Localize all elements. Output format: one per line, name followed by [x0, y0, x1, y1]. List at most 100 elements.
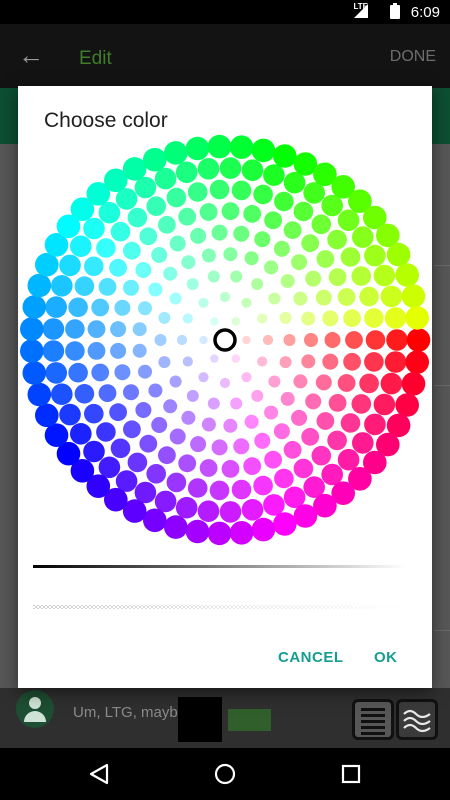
color-dot[interactable]	[198, 372, 209, 383]
color-dot[interactable]	[230, 397, 243, 410]
color-dot[interactable]	[35, 403, 59, 428]
color-dot[interactable]	[395, 263, 420, 287]
color-dot[interactable]	[182, 356, 193, 367]
color-dot[interactable]	[327, 229, 347, 250]
color-dot[interactable]	[293, 374, 308, 389]
color-dot[interactable]	[311, 445, 332, 466]
color-dot[interactable]	[316, 412, 335, 430]
color-dot[interactable]	[263, 164, 285, 186]
color-wheel[interactable]	[18, 86, 432, 546]
color-dot[interactable]	[219, 157, 242, 179]
color-dot[interactable]	[257, 313, 268, 324]
color-dot[interactable]	[207, 521, 232, 546]
color-dot[interactable]	[68, 362, 88, 383]
color-dot[interactable]	[254, 432, 271, 449]
color-dot[interactable]	[114, 364, 131, 381]
color-dot[interactable]	[197, 500, 220, 522]
color-dot[interactable]	[322, 310, 339, 327]
color-dot[interactable]	[352, 432, 374, 454]
color-dot[interactable]	[231, 180, 252, 201]
color-dot[interactable]	[229, 135, 254, 159]
color-dot[interactable]	[70, 235, 92, 257]
color-dot[interactable]	[158, 215, 176, 234]
color-dot[interactable]	[138, 364, 152, 379]
color-dot[interactable]	[322, 353, 339, 370]
color-dot[interactable]	[84, 256, 104, 277]
color-dot[interactable]	[293, 458, 314, 479]
color-dot[interactable]	[163, 399, 178, 414]
color-dot[interactable]	[373, 393, 396, 416]
color-dot[interactable]	[110, 321, 127, 338]
color-dot[interactable]	[251, 278, 264, 291]
color-dot[interactable]	[65, 341, 85, 361]
avatar-icon[interactable]	[16, 690, 54, 728]
color-dot[interactable]	[166, 472, 187, 493]
color-dot[interactable]	[138, 301, 152, 316]
color-dot[interactable]	[51, 383, 73, 406]
color-dot[interactable]	[343, 352, 361, 371]
color-dot[interactable]	[280, 391, 295, 406]
color-dot[interactable]	[305, 393, 322, 410]
color-dot[interactable]	[380, 285, 403, 308]
color-dot[interactable]	[45, 296, 67, 318]
color-dot[interactable]	[27, 382, 52, 407]
nav-home-icon[interactable]	[212, 762, 238, 786]
color-dot[interactable]	[273, 240, 290, 257]
color-swatch-green[interactable]	[228, 709, 271, 731]
color-dot[interactable]	[304, 333, 318, 347]
color-dot[interactable]	[65, 319, 85, 339]
color-dot[interactable]	[163, 266, 178, 281]
color-dot[interactable]	[96, 422, 116, 442]
color-dot[interactable]	[231, 354, 240, 363]
color-dot[interactable]	[328, 268, 347, 286]
color-dot[interactable]	[283, 334, 296, 346]
color-dot[interactable]	[327, 430, 347, 451]
color-dot[interactable]	[351, 394, 372, 414]
color-dot[interactable]	[244, 251, 259, 266]
color-dot[interactable]	[175, 496, 198, 519]
color-dot[interactable]	[359, 286, 379, 307]
color-dot[interactable]	[233, 438, 250, 455]
color-dot[interactable]	[87, 342, 106, 360]
color-dot[interactable]	[264, 405, 279, 420]
nav-back-icon[interactable]	[86, 762, 112, 786]
color-dot[interactable]	[187, 182, 208, 202]
color-dot[interactable]	[83, 217, 105, 240]
color-dot[interactable]	[223, 247, 238, 262]
color-dot[interactable]	[186, 278, 199, 291]
selected-color-marker[interactable]	[213, 328, 237, 352]
color-dot[interactable]	[207, 134, 232, 159]
color-dot[interactable]	[241, 372, 252, 383]
color-dot[interactable]	[166, 187, 187, 208]
color-dot[interactable]	[364, 244, 386, 267]
keyboard-icon[interactable]	[352, 699, 394, 740]
color-dot[interactable]	[268, 375, 281, 388]
color-dot[interactable]	[241, 159, 264, 181]
color-dot[interactable]	[401, 372, 426, 396]
cancel-button[interactable]: CANCEL	[278, 649, 344, 666]
color-dot[interactable]	[280, 274, 295, 289]
color-dot[interactable]	[395, 393, 420, 417]
color-dot[interactable]	[315, 289, 332, 306]
color-dot[interactable]	[364, 413, 386, 436]
color-dot[interactable]	[279, 311, 292, 324]
color-dot[interactable]	[301, 354, 316, 369]
color-dot[interactable]	[207, 270, 220, 283]
color-dot[interactable]	[123, 384, 139, 401]
color-dot[interactable]	[74, 384, 95, 404]
color-dot[interactable]	[59, 254, 81, 277]
color-dot[interactable]	[109, 403, 127, 422]
color-dot[interactable]	[268, 292, 281, 305]
color-dot[interactable]	[207, 397, 220, 410]
color-swatch-black[interactable]	[178, 697, 222, 742]
color-dot[interactable]	[178, 454, 197, 473]
color-dot[interactable]	[273, 512, 297, 536]
color-dot[interactable]	[384, 351, 407, 373]
color-dot[interactable]	[158, 311, 171, 324]
color-dot[interactable]	[273, 423, 290, 440]
color-dot[interactable]	[68, 297, 88, 318]
color-dot[interactable]	[114, 299, 131, 316]
color-dot[interactable]	[293, 504, 318, 528]
color-dot[interactable]	[221, 460, 240, 478]
color-dot[interactable]	[315, 374, 332, 391]
